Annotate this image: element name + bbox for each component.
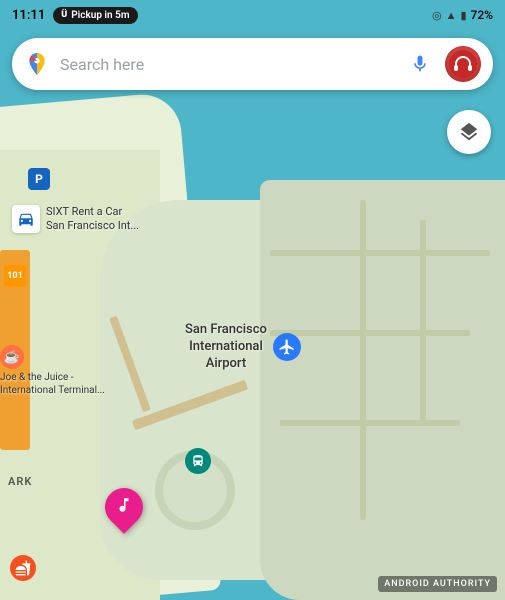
joe-label: Joe & the Juice - International Terminal… — [0, 371, 120, 397]
uber-notification[interactable]: Ü Pickup in 5m — [53, 7, 137, 24]
status-right: ◎ ▲ ▮ 72% — [432, 8, 493, 22]
layers-button[interactable] — [447, 110, 491, 154]
transit-marker[interactable] — [185, 448, 211, 474]
watermark: ANDROID AUTHORITY — [378, 576, 497, 592]
location-icon: ◎ — [432, 9, 442, 22]
layers-icon — [458, 121, 480, 143]
poi-sixt[interactable]: SIXT Rent a Car San Francisco Int... — [12, 205, 139, 234]
joe-icon: ☕ — [0, 345, 24, 369]
runway-line — [270, 250, 490, 256]
sfo-name: San FranciscoInternationalAirport — [185, 322, 267, 373]
uber-logo: Ü — [61, 10, 67, 20]
battery-level: 72% — [471, 8, 493, 22]
search-placeholder: Search here — [60, 55, 395, 74]
avatar[interactable] — [445, 46, 481, 82]
sixt-sub: San Francisco Int... — [46, 219, 139, 233]
status-left: 11:11 Ü Pickup in 5m — [12, 7, 138, 24]
sfo-label-block: San FranciscoInternationalAirport — [185, 322, 267, 373]
sixt-icon — [12, 205, 40, 233]
sixt-name: SIXT Rent a Car — [46, 205, 139, 219]
google-maps-logo — [24, 51, 50, 77]
runway-line — [360, 200, 366, 520]
runway-line — [420, 220, 426, 420]
marker-inner — [115, 496, 133, 518]
food-icon[interactable] — [10, 555, 36, 581]
poi-joe[interactable]: ☕ Joe & the Juice - International Termin… — [0, 345, 120, 397]
mic-button[interactable] — [405, 49, 435, 79]
airport-icon — [273, 333, 301, 361]
avatar-image — [445, 46, 481, 82]
runway-line — [280, 420, 460, 426]
ark-label: ARK — [8, 475, 32, 488]
battery-icon: ▮ — [460, 9, 466, 22]
runway-area — [260, 180, 505, 600]
highway-number: 101 — [7, 271, 23, 281]
sixt-label: SIXT Rent a Car San Francisco Int... — [46, 205, 139, 234]
status-bar: 11:11 Ü Pickup in 5m ◎ ▲ ▮ 72% — [0, 0, 505, 30]
parking-icon: P — [28, 168, 50, 190]
wifi-icon: ▲ — [446, 9, 457, 22]
parking-label: P — [35, 172, 43, 186]
status-time: 11:11 — [12, 8, 45, 23]
poi-sfo[interactable]: San FranciscoInternationalAirport — [185, 322, 301, 373]
uber-label: Pickup in 5m — [71, 10, 129, 21]
highway-shield: 101 — [4, 265, 26, 287]
search-bar[interactable]: Search here — [12, 38, 493, 90]
map-background[interactable] — [0, 0, 505, 600]
